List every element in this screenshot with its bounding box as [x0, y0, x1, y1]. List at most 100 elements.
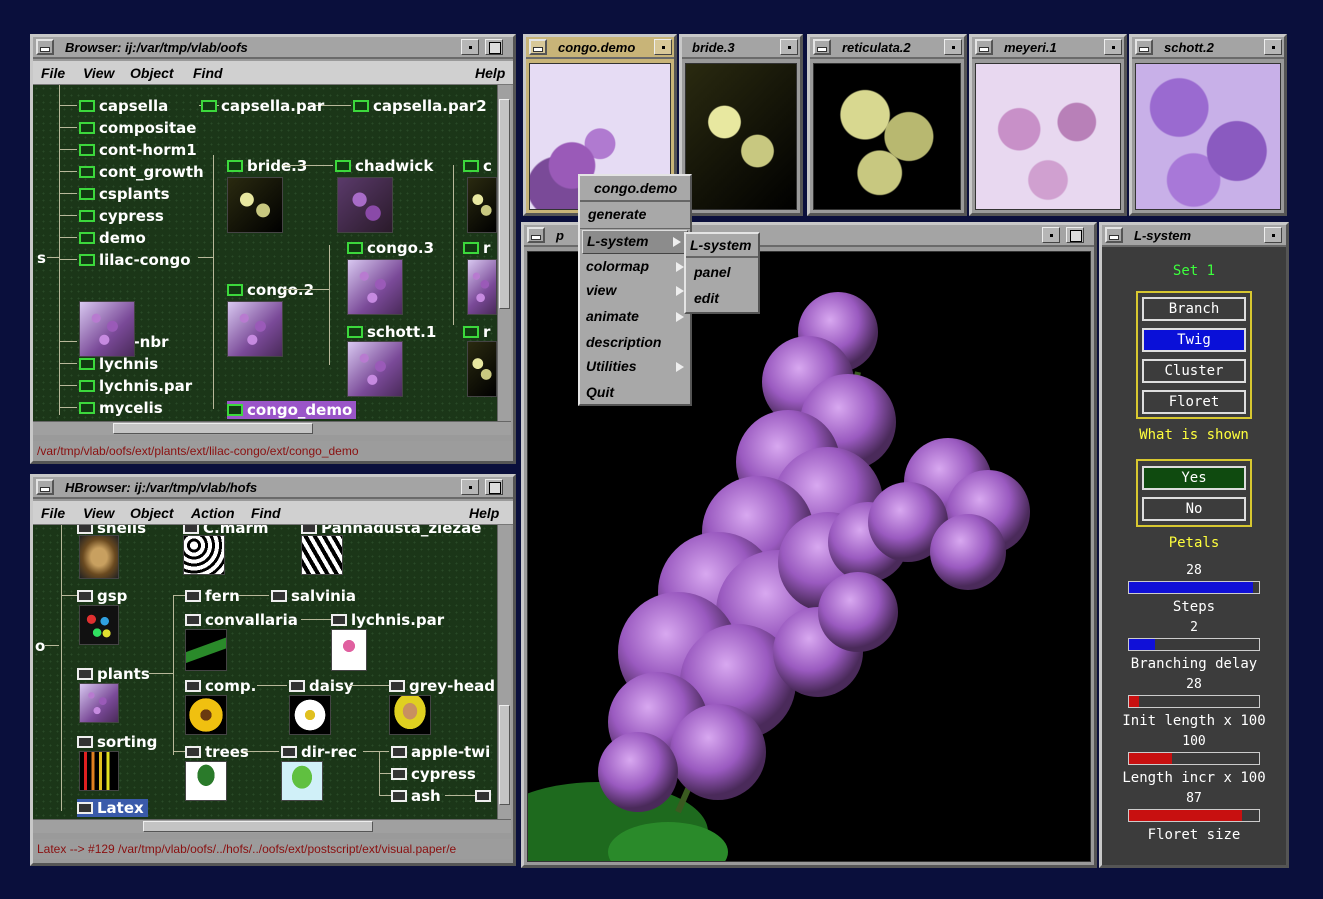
tree-node-col4-c[interactable]: r: [463, 323, 490, 341]
tree-node-latex[interactable]: Latex: [77, 799, 148, 817]
scrollbar-thumb[interactable]: [499, 99, 510, 309]
tree-node-trees[interactable]: trees: [185, 743, 249, 761]
browser-titlebar[interactable]: Browser: ij:/var/tmp/vlab/oofs: [33, 37, 513, 59]
maximize-button[interactable]: [1066, 227, 1084, 243]
congo3-thumbnail[interactable]: [347, 259, 403, 315]
lychnis-par-thumbnail[interactable]: [331, 629, 367, 671]
col4-thumbnail-b[interactable]: [467, 259, 497, 315]
scrollbar-thumb[interactable]: [113, 423, 313, 434]
menu-view[interactable]: View: [83, 65, 114, 81]
menu-action[interactable]: Action: [191, 505, 235, 521]
window-menu-button[interactable]: [529, 39, 547, 55]
thumbnail-window-schott2[interactable]: schott.2: [1129, 34, 1287, 216]
menu-help[interactable]: Help: [475, 65, 505, 81]
comp-thumbnail[interactable]: [185, 695, 227, 735]
tree-node-lychnis[interactable]: lychnis: [79, 355, 158, 373]
tree-node-col4-b[interactable]: r: [463, 239, 490, 257]
lsystem-titlebar[interactable]: L-system: [1102, 225, 1286, 247]
tree-node-cont-horm1[interactable]: cont-horm1: [79, 141, 197, 159]
window-menu-button[interactable]: [36, 479, 54, 495]
tree-node-daisy[interactable]: daisy: [289, 677, 354, 695]
maximize-button[interactable]: [485, 39, 503, 55]
thumbnail-titlebar[interactable]: reticulata.2: [810, 37, 964, 59]
tree-node-convallaria[interactable]: convallaria: [185, 611, 298, 629]
convallaria-thumbnail[interactable]: [185, 629, 227, 671]
tree-node-capsella-par[interactable]: capsella.par: [201, 97, 324, 115]
tree-node-fern[interactable]: fern: [185, 587, 240, 605]
tree-node-congo3[interactable]: congo.3: [347, 239, 434, 257]
hbrowser-tree-canvas[interactable]: o shells C.marm Pannadusta_ziezae gsp fe…: [33, 525, 497, 819]
col4-thumbnail-a[interactable]: [467, 177, 497, 233]
minimize-button[interactable]: [461, 479, 479, 495]
slider-track[interactable]: [1128, 581, 1260, 594]
maximize-button[interactable]: [485, 479, 503, 495]
reticulata2-preview[interactable]: [813, 63, 961, 210]
submenu-item-edit[interactable]: edit: [694, 290, 719, 306]
bride3-preview[interactable]: [685, 63, 797, 210]
tree-node-gsp[interactable]: gsp: [77, 587, 127, 605]
tree-node-comp[interactable]: comp.: [185, 677, 256, 695]
scrollbar-thumb[interactable]: [143, 821, 373, 832]
daisy-thumbnail[interactable]: [289, 695, 331, 735]
gsp-thumbnail[interactable]: [79, 605, 119, 645]
dir-rec-thumbnail[interactable]: [281, 761, 323, 801]
menu-find[interactable]: Find: [193, 65, 223, 81]
thumbnail-titlebar[interactable]: schott.2: [1132, 37, 1284, 59]
tree-node-ash[interactable]: ash: [391, 787, 441, 805]
browser-horizontal-scrollbar[interactable]: [33, 421, 511, 435]
minimize-button[interactable]: [1264, 227, 1282, 243]
menu-find[interactable]: Find: [251, 505, 281, 521]
tree-node-congo2[interactable]: congo.2: [227, 281, 314, 299]
thumbnail-window-meyeri1[interactable]: meyeri.1: [969, 34, 1127, 216]
menu-object[interactable]: Object: [130, 65, 174, 81]
window-menu-button[interactable]: [36, 39, 54, 55]
sorting-thumbnail[interactable]: [79, 751, 119, 791]
tree-node-col4-a[interactable]: c: [463, 157, 492, 175]
trees-thumbnail[interactable]: [185, 761, 227, 801]
tree-node-capsella[interactable]: capsella: [79, 97, 168, 115]
minimize-button[interactable]: [780, 39, 798, 55]
tree-node-plants[interactable]: plants: [77, 665, 150, 683]
schott2-preview[interactable]: [1135, 63, 1281, 210]
no-button[interactable]: No: [1142, 497, 1246, 521]
menu-object[interactable]: Object: [130, 505, 174, 521]
meyeri1-preview[interactable]: [975, 63, 1121, 210]
plants-thumbnail[interactable]: [79, 683, 119, 723]
branch-button[interactable]: Branch: [1142, 297, 1246, 321]
menu-help[interactable]: Help: [469, 505, 499, 521]
tree-node-demo[interactable]: demo: [79, 229, 146, 247]
pannadusta-thumbnail[interactable]: [301, 535, 343, 575]
bride3-thumbnail[interactable]: [227, 177, 283, 233]
thumbnail-titlebar[interactable]: meyeri.1: [972, 37, 1124, 59]
lilac-congo-thumbnail[interactable]: [79, 301, 135, 357]
tree-node-chadwick[interactable]: chadwick: [335, 157, 433, 175]
menu-file[interactable]: File: [41, 65, 65, 81]
browser-tree-canvas[interactable]: s capsella compositae cont-horm1 cont_growt…: [33, 85, 497, 421]
twig-button[interactable]: Twig: [1142, 328, 1246, 352]
congo2-thumbnail[interactable]: [227, 301, 283, 357]
chadwick-thumbnail[interactable]: [337, 177, 393, 233]
thumbnail-titlebar[interactable]: congo.demo: [526, 37, 674, 59]
tree-node-sorting[interactable]: sorting: [77, 733, 157, 751]
tree-node-cypress[interactable]: cypress: [79, 207, 164, 225]
tree-node-mycelis[interactable]: mycelis: [79, 399, 163, 417]
slider-track[interactable]: [1128, 752, 1260, 765]
minimize-button[interactable]: [944, 39, 962, 55]
tree-node-compositae[interactable]: compositae: [79, 119, 196, 137]
minimize-button[interactable]: [654, 39, 672, 55]
yes-button[interactable]: Yes: [1142, 466, 1246, 490]
floret-button[interactable]: Floret: [1142, 390, 1246, 414]
menu-view[interactable]: View: [83, 505, 114, 521]
slider-track[interactable]: [1128, 695, 1260, 708]
tree-node-bride3[interactable]: bride.3: [227, 157, 307, 175]
minimize-button[interactable]: [461, 39, 479, 55]
tree-node-lychnis-par[interactable]: lychnis.par: [331, 611, 444, 629]
window-menu-button[interactable]: [1105, 227, 1123, 243]
tree-node-schott1[interactable]: schott.1: [347, 323, 436, 341]
tree-node-lychnis-par[interactable]: lychnis.par: [79, 377, 192, 395]
tree-node-cont-growth[interactable]: cont_growth: [79, 163, 204, 181]
tree-node-cypress[interactable]: cypress: [391, 765, 476, 783]
submenu-item-panel[interactable]: panel: [694, 264, 731, 280]
tree-node-grey-head[interactable]: grey-head: [389, 677, 495, 695]
tree-node-congo-demo[interactable]: congo_demo: [227, 401, 357, 419]
